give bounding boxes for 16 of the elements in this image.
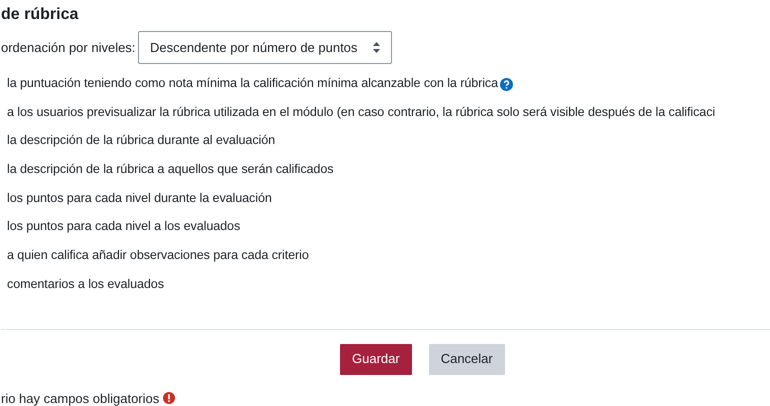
option-label: a los usuarios previsualizar la rúbrica utilizada en el módulo (en caso contrario, la rúbrica solo será visible después de la calificaci <box>7 104 716 121</box>
help-icon[interactable] <box>500 78 514 92</box>
option-label: a quien califica añadir observaciones para cada criterio <box>7 247 309 264</box>
option-label: la puntuación teniendo como nota mínima la calificación mínima alcanzable con la rúbrica <box>7 74 498 92</box>
option-label: los puntos para cada nivel durante la evaluación <box>7 190 272 207</box>
save-button[interactable]: Guardar <box>340 344 412 374</box>
sort-caret-icon <box>373 42 380 53</box>
field-label: ordenación por niveles: <box>1 38 136 57</box>
option-label: comentarios a los evaluados <box>7 276 164 293</box>
option-label: los puntos para cada nivel a los evaluados <box>7 218 240 236</box>
option-label: la descripción de la rúbrica durante al evaluación <box>7 132 276 150</box>
section-heading: de rúbrica <box>1 5 80 25</box>
option-label: la descripción de la rúbrica a aquellos que serán calificados <box>7 160 334 178</box>
sort-select[interactable]: Descendente por número de puntos <box>138 31 392 64</box>
cancel-button[interactable]: Cancelar <box>428 344 505 374</box>
required-note: rio hay campos obligatorios <box>1 390 160 406</box>
